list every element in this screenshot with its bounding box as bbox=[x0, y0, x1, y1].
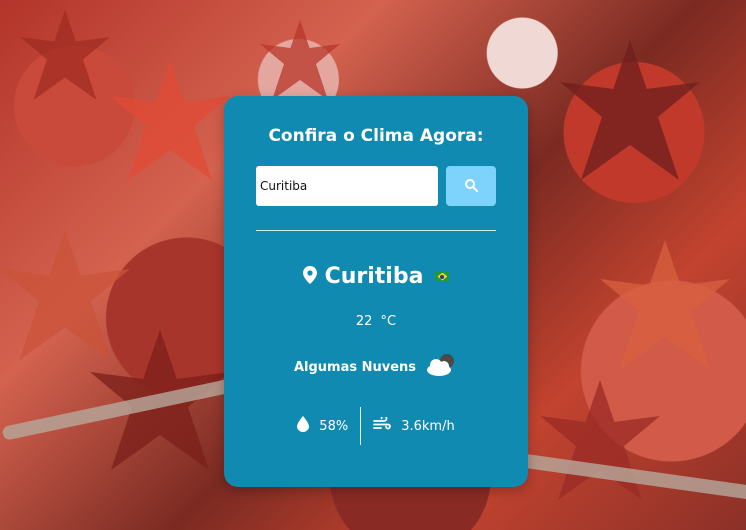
search-icon bbox=[464, 178, 479, 195]
water-drop-icon bbox=[297, 416, 310, 436]
temperature-unit: °C bbox=[380, 314, 397, 329]
wind-value: 3.6km/h bbox=[401, 418, 455, 434]
humidity-value: 58% bbox=[319, 418, 349, 434]
temperature: 22 °C bbox=[224, 314, 528, 329]
wind-stat: 3.6km/h bbox=[361, 415, 467, 435]
weather-description-row: Algumas Nuvens bbox=[224, 352, 528, 382]
map-pin-icon bbox=[302, 265, 317, 288]
widget-title: Confira o Clima Agora: bbox=[268, 126, 484, 146]
cloud-sun-icon bbox=[424, 352, 458, 382]
brazil-flag-icon bbox=[435, 271, 450, 282]
temperature-value: 22 bbox=[355, 314, 373, 329]
weather-stats: 58% 3.6km/h bbox=[224, 406, 528, 446]
city-search-input[interactable] bbox=[256, 166, 438, 206]
leaf-decoration bbox=[600, 240, 730, 370]
search-bar bbox=[256, 166, 496, 206]
weather-card: Confira o Clima Agora: Curitiba 22 °C A bbox=[224, 96, 528, 487]
leaf-decoration bbox=[260, 20, 340, 100]
humidity-stat: 58% bbox=[285, 416, 360, 436]
leaf-decoration bbox=[0, 230, 130, 360]
leaf-decoration bbox=[110, 60, 230, 180]
divider bbox=[256, 230, 496, 231]
city-name: Curitiba bbox=[324, 264, 424, 289]
wind-icon bbox=[373, 415, 392, 435]
leaf-decoration bbox=[20, 10, 110, 100]
weather-description: Algumas Nuvens bbox=[293, 359, 417, 375]
leaf-decoration bbox=[560, 40, 700, 180]
city-heading: Curitiba bbox=[224, 264, 528, 289]
search-button[interactable] bbox=[446, 166, 496, 206]
